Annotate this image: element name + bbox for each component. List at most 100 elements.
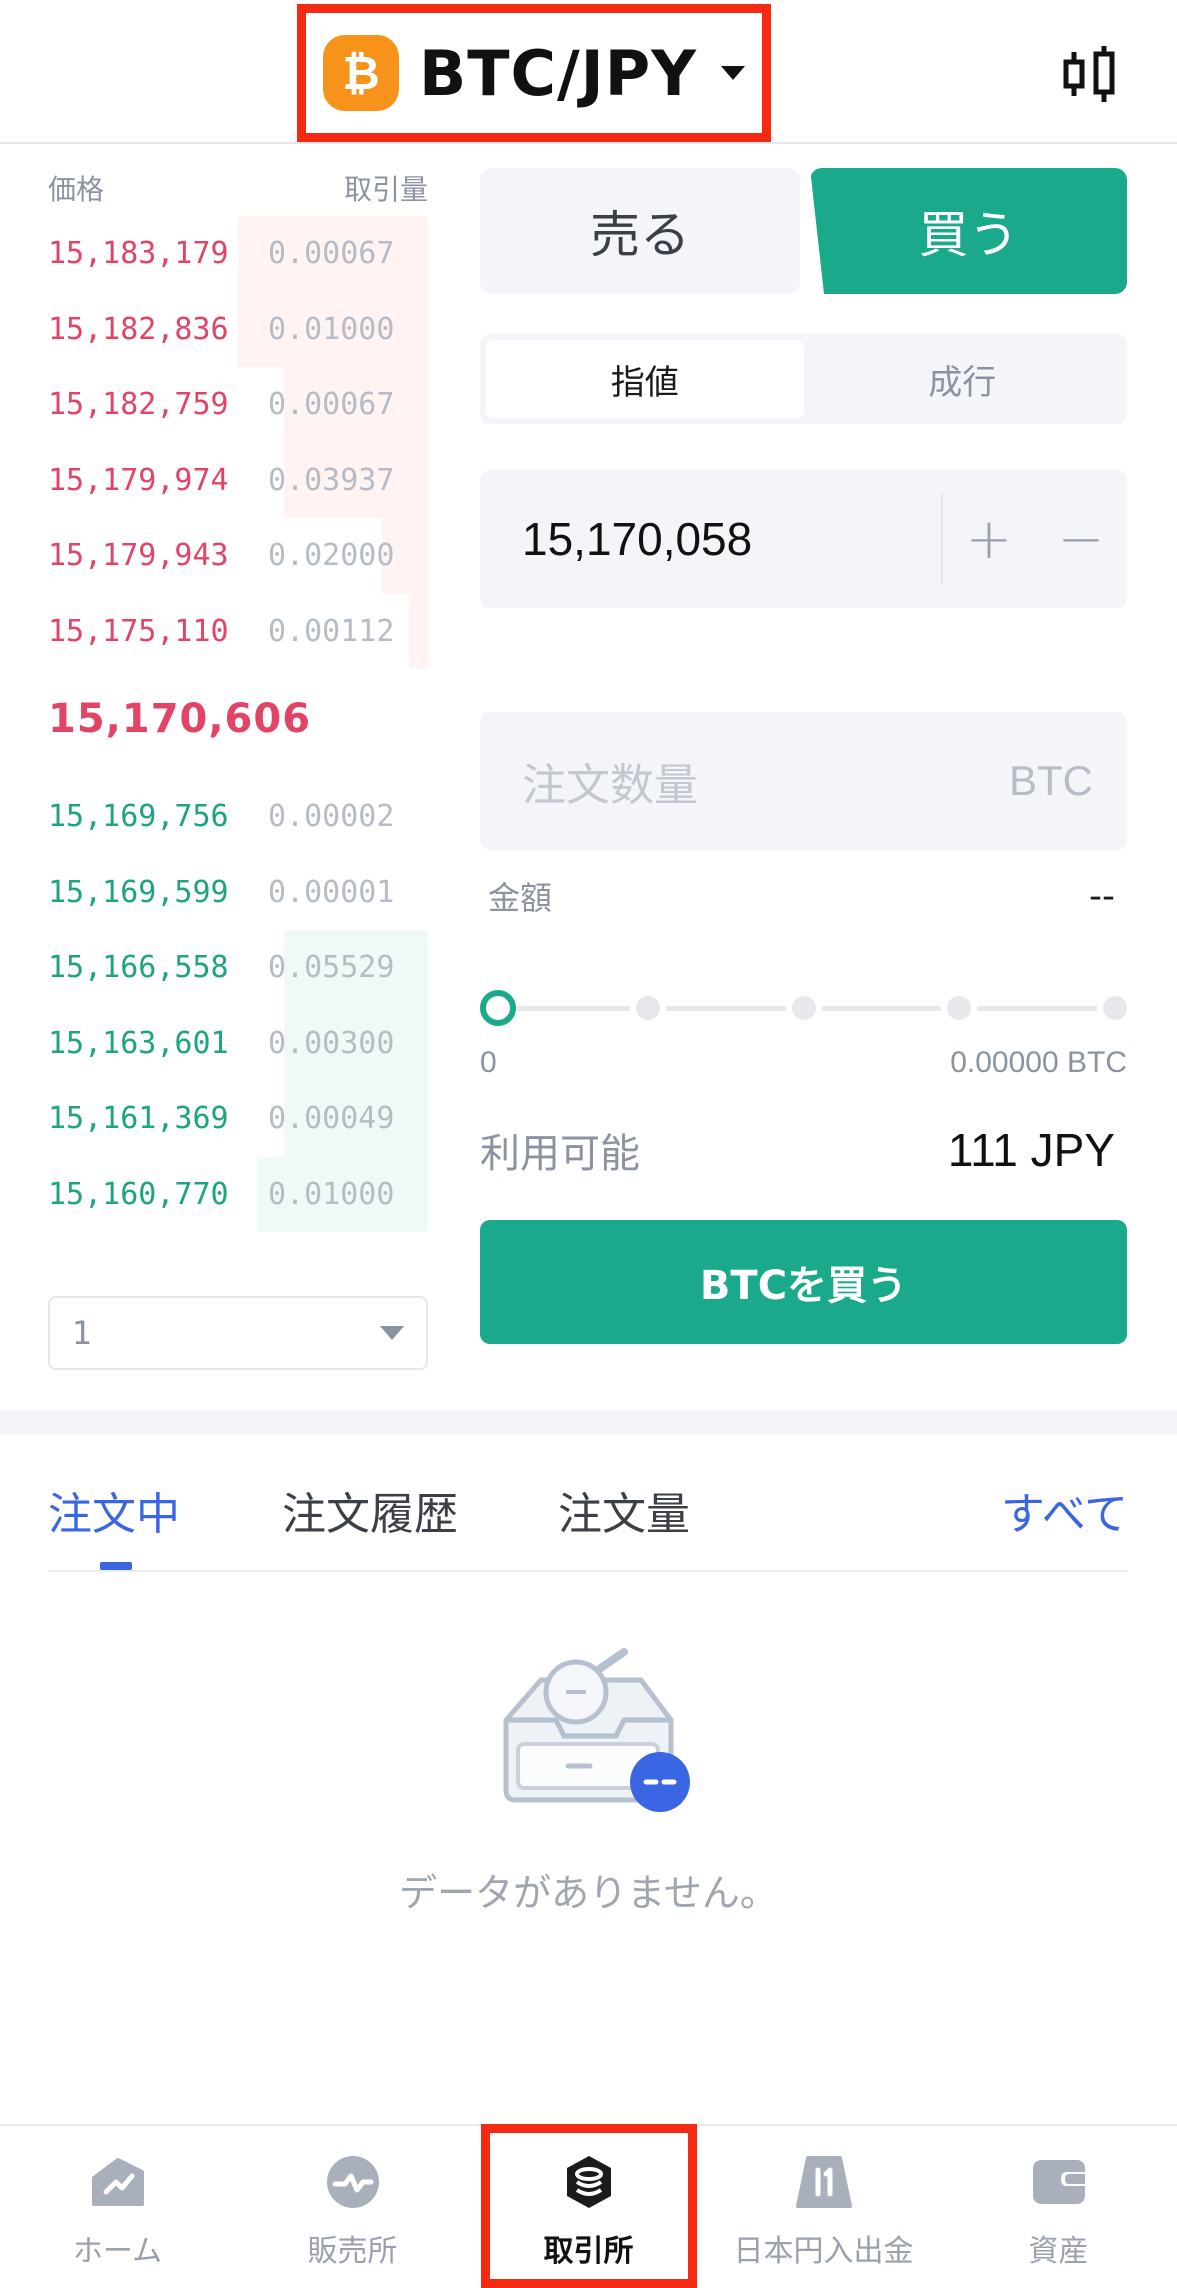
slider-track-segment — [510, 1006, 630, 1011]
available-value: 111 JPY — [947, 1124, 1115, 1176]
amount-row: 金額 -- — [480, 866, 1127, 926]
header: ₿ BTC/JPY — [0, 0, 1177, 144]
slider-track-segment — [821, 1006, 942, 1011]
ask-qty: 0.00067 — [268, 236, 395, 272]
candlestick-chart-icon[interactable] — [1058, 42, 1122, 106]
slider-track-segment — [665, 1006, 786, 1011]
coin-stack-icon — [566, 2156, 611, 2208]
bid-qty: 0.01000 — [268, 1176, 395, 1212]
ask-row[interactable]: 15,183,179 0.00067 — [48, 216, 428, 292]
side-tabs: 売る 買う — [480, 168, 1127, 294]
bottom-nav: ホーム 販売所 取引所 日本円入出金 資産 — [0, 2124, 1177, 2288]
available-label: 利用可能 — [480, 1131, 640, 1177]
slider-min-label: 0 — [480, 1046, 497, 1079]
sell-tab[interactable]: 売る — [480, 168, 800, 294]
home-chart-icon — [91, 2158, 144, 2206]
qty-column-header: 取引量 — [343, 173, 428, 206]
nav-assets[interactable]: 資産 — [941, 2144, 1176, 2284]
nav-assets-label: 資産 — [1028, 2234, 1089, 2269]
bid-row[interactable]: 15,169,599 0.00001 — [48, 855, 428, 931]
order-book: 価格 取引量 15,183,179 0.00067 15,182,836 0.0100… — [48, 160, 428, 1232]
ask-row[interactable]: 15,182,759 0.00067 — [48, 367, 428, 443]
bid-price: 15,160,770 — [48, 1176, 229, 1212]
ask-row[interactable]: 15,182,836 0.01000 — [48, 291, 428, 367]
buy-btc-button[interactable]: BTCを買う — [480, 1220, 1127, 1344]
empty-box-icon — [503, 1648, 690, 1812]
slider-step-dot[interactable] — [635, 996, 660, 1020]
bid-price: 15,161,369 — [48, 1101, 229, 1137]
nav-exchange[interactable]: 取引所 — [471, 2144, 706, 2284]
ask-qty: 0.00112 — [268, 613, 395, 649]
bid-qty: 0.00001 — [268, 874, 395, 910]
slider-max-label: 0.00000 BTC — [950, 1046, 1127, 1079]
slider-handle[interactable] — [480, 990, 516, 1026]
bid-qty: 0.00049 — [268, 1101, 395, 1137]
bid-price: 15,163,601 — [48, 1025, 229, 1061]
bid-price: 15,169,599 — [48, 874, 229, 910]
bid-row[interactable]: 15,169,756 0.00002 — [48, 779, 428, 855]
nav-exchange-label: 取引所 — [543, 2234, 634, 2269]
nav-sales[interactable]: 販売所 — [235, 2144, 470, 2284]
ask-qty: 0.00067 — [268, 387, 395, 423]
bid-price: 15,169,756 — [48, 799, 229, 835]
tab-market[interactable]: 成行 — [804, 340, 1122, 418]
tab-order-history[interactable]: 注文履歴 — [282, 1478, 458, 1542]
nav-jpy-deposit[interactable]: 日本円入出金 — [706, 2144, 941, 2284]
price-input[interactable]: 15,170,058 + − — [480, 470, 1127, 608]
price-increment-button[interactable]: + — [943, 507, 1035, 572]
order-book-header: 価格 取引量 — [48, 160, 428, 216]
ask-row[interactable]: 15,179,943 0.02000 — [48, 518, 428, 594]
bid-row[interactable]: 15,166,558 0.05529 — [48, 930, 428, 1006]
price-value[interactable]: 15,170,058 — [480, 512, 941, 566]
tab-open-orders[interactable]: 注文中 — [48, 1478, 180, 1542]
wallet-icon — [1032, 2160, 1085, 2204]
exchange-wave-icon — [326, 2156, 379, 2208]
tab-limit[interactable]: 指値 — [486, 340, 804, 418]
section-divider — [0, 1410, 1177, 1434]
quantity-placeholder: 注文数量 — [522, 760, 698, 811]
pair-selector[interactable]: ₿ BTC/JPY — [297, 4, 771, 142]
bid-row[interactable]: 15,160,770 0.01000 — [48, 1156, 428, 1232]
quantity-input[interactable]: 注文数量 BTC — [480, 712, 1127, 850]
nav-home[interactable]: ホーム — [0, 2144, 235, 2284]
quantity-slider[interactable] — [480, 988, 1127, 1028]
amount-value: -- — [1089, 875, 1115, 917]
bitcoin-icon: ₿ — [322, 35, 399, 111]
bid-list: 15,169,756 0.00002 15,169,599 0.00001 15,166… — [48, 779, 428, 1232]
slider-track-segment — [977, 1006, 1097, 1011]
ask-qty: 0.02000 — [268, 538, 395, 574]
ask-price: 15,179,974 — [48, 462, 229, 498]
bid-row[interactable]: 15,163,601 0.00300 — [48, 1005, 428, 1081]
mid-price: 15,170,606 — [48, 696, 312, 742]
nav-jpy-deposit-label: 日本円入出金 — [733, 2234, 914, 2269]
quantity-unit: BTC — [1009, 757, 1093, 804]
buy-tab[interactable]: 買う — [810, 168, 1127, 294]
deposit-withdraw-icon — [795, 2156, 852, 2208]
slider-labels: 0 0.00000 BTC — [480, 1046, 1127, 1080]
pair-label: BTC/JPY — [418, 36, 698, 110]
nav-sales-label: 販売所 — [307, 2234, 398, 2269]
depth-select-value: 1 — [72, 1314, 93, 1352]
ask-price: 15,182,759 — [48, 387, 229, 423]
tab-order-volume[interactable]: 注文量 — [558, 1478, 690, 1542]
slider-step-dot[interactable] — [1103, 996, 1127, 1020]
amount-label: 金額 — [488, 879, 553, 917]
slider-step-dot[interactable] — [947, 996, 972, 1020]
ask-list: 15,183,179 0.00067 15,182,836 0.01000 15,182… — [48, 216, 428, 669]
ask-qty: 0.03937 — [268, 462, 395, 498]
see-all-link[interactable]: すべて — [1001, 1478, 1128, 1542]
depth-precision-select[interactable]: 1 — [48, 1296, 428, 1370]
slider-step-dot[interactable] — [791, 996, 816, 1020]
price-decrement-button[interactable]: − — [1035, 507, 1127, 572]
caret-down-icon — [721, 66, 746, 80]
available-balance-row: 利用可能 111 JPY — [480, 1120, 1127, 1180]
orders-tabs: 注文中 注文履歴 注文量 すべて — [48, 1434, 1128, 1572]
ask-row[interactable]: 15,175,110 0.00112 — [48, 593, 428, 669]
order-type-tabs: 指値 成行 — [480, 334, 1127, 424]
ask-price: 15,183,179 — [48, 236, 229, 272]
active-tab-indicator — [100, 1562, 132, 1570]
bid-qty: 0.05529 — [268, 950, 395, 986]
bid-qty: 0.00300 — [268, 1025, 395, 1061]
ask-row[interactable]: 15,179,974 0.03937 — [48, 442, 428, 518]
bid-row[interactable]: 15,161,369 0.00049 — [48, 1081, 428, 1157]
